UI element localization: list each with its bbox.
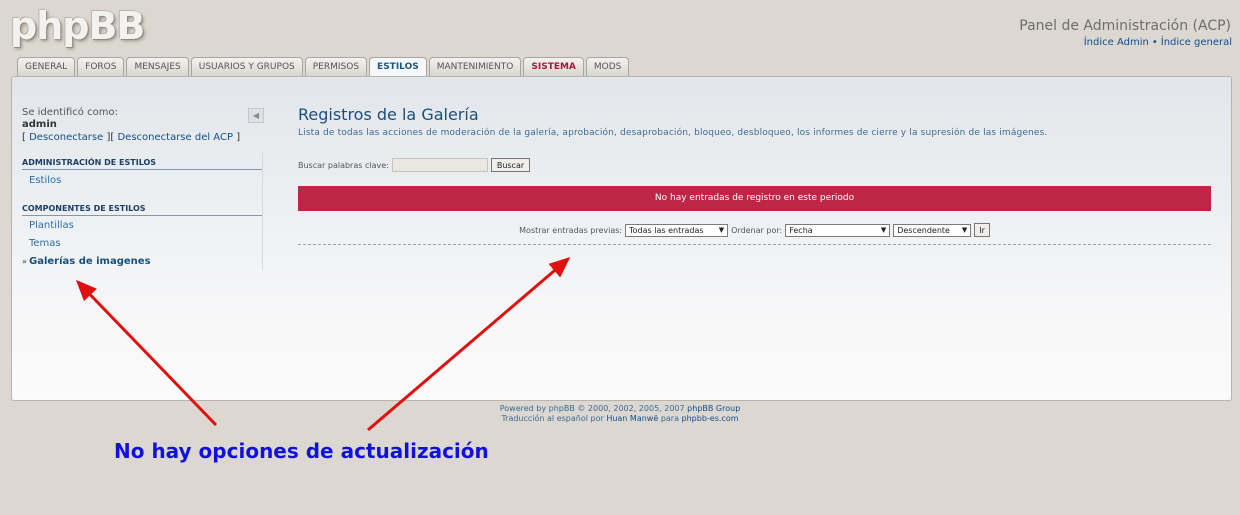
sidebar-heading-administracion: ADMINISTRACIÓN DE ESTILOS (22, 158, 262, 170)
bracket-close: ] (236, 132, 241, 143)
phpbb-es-link[interactable]: phpbb-es.com (682, 414, 739, 423)
order-by-select[interactable]: Fecha ▼ (785, 223, 891, 237)
order-by-value: Fecha (789, 225, 813, 235)
main-tabs: GENERAL FOROS MENSAJES USUARIOS Y GRUPOS… (17, 57, 631, 77)
annotation-text: No hay opciones de actualización (114, 439, 489, 463)
footer-line-2: Traducción al español por Huan Manwë par… (0, 414, 1240, 424)
tab-sistema[interactable]: SISTEMA (523, 57, 584, 76)
search-button[interactable]: Buscar (490, 158, 531, 172)
tab-permisos[interactable]: PERMISOS (304, 57, 368, 76)
dashed-divider (298, 244, 1211, 245)
footer-powered-text: Powered by phpBB © 2000, 2002, 2005, 200… (499, 404, 685, 413)
sidebar-item-temas[interactable]: Temas (29, 238, 61, 249)
sidebar-user-block: Se identificó como: admin [ Desconectars… (22, 107, 262, 143)
chevron-down-icon: ▼ (880, 226, 887, 234)
sidebar-divider (262, 152, 263, 270)
tab-foros[interactable]: FOROS (77, 57, 125, 76)
chevron-down-icon: ▼ (718, 226, 725, 234)
show-entries-select[interactable]: Todas las entradas ▼ (625, 223, 729, 237)
sort-direction-value: Descendente (897, 225, 950, 235)
bracket-open: [ (22, 132, 26, 143)
content-panel: Se identificó como: admin [ Desconectars… (11, 76, 1232, 401)
footer-line-1: Powered by phpBB © 2000, 2002, 2005, 200… (0, 404, 1240, 414)
translator-link[interactable]: Huan Manwë (606, 414, 658, 423)
acp-title: Panel de Administración (ACP) (1019, 18, 1231, 34)
link-separator: • (1151, 37, 1158, 48)
sidebar-heading-componentes: COMPONENTES DE ESTILOS (22, 204, 262, 216)
error-message: No hay entradas de registro en este peri… (298, 186, 1211, 211)
order-by-label: Ordenar por: (731, 225, 783, 235)
show-entries-label: Mostrar entradas previas: (519, 225, 623, 235)
admin-index-link[interactable]: Índice Admin (1084, 37, 1149, 48)
tab-mantenimiento[interactable]: MANTENIMIENTO (428, 57, 522, 76)
sort-direction-select[interactable]: Descendente ▼ (893, 223, 972, 237)
logout-acp-link[interactable]: Desconectarse del ACP (117, 132, 233, 143)
logout-link[interactable]: Desconectarse (29, 132, 103, 143)
page-description: Lista de todas las acciones de moderació… (298, 128, 1048, 138)
current-item-marker: » (22, 257, 27, 266)
main-content: Registros de la Galería Lista de todas l… (298, 105, 1211, 245)
tab-usuarios-y-grupos[interactable]: USUARIOS Y GRUPOS (190, 57, 303, 76)
identified-as-label: Se identificó como: (22, 107, 118, 118)
tab-general[interactable]: GENERAL (17, 57, 76, 76)
go-button[interactable]: Ir (974, 223, 990, 237)
footer-translation-text: Traducción al español por (501, 414, 604, 423)
arrow-left-icon[interactable]: ◀ (248, 108, 264, 123)
filter-form: Mostrar entradas previas: Todas las entr… (298, 223, 1211, 237)
phpbb-group-link[interactable]: phpBB Group (687, 404, 740, 413)
chevron-down-icon: ▼ (961, 226, 968, 234)
phpbb-logo: phpBB (10, 4, 145, 48)
tab-mods[interactable]: MODS (585, 57, 630, 76)
tab-mensajes[interactable]: MENSAJES (126, 57, 189, 76)
search-label: Buscar palabras clave: (298, 160, 389, 170)
bracket-mid: ][ (106, 132, 115, 143)
sidebar-item-plantillas[interactable]: Plantillas (29, 220, 74, 231)
board-index-link[interactable]: Índice general (1161, 37, 1232, 48)
logout-links: [ Desconectarse ][ Desconectarse del ACP… (22, 132, 262, 143)
page-title: Registros de la Galería (298, 105, 479, 124)
footer: Powered by phpBB © 2000, 2002, 2005, 200… (0, 404, 1240, 424)
search-input[interactable] (391, 158, 488, 172)
username: admin (22, 119, 57, 130)
show-entries-value: Todas las entradas (629, 225, 704, 235)
tab-estilos[interactable]: ESTILOS (369, 57, 427, 77)
sidebar-item-galerias[interactable]: Galerías de imagenes (29, 256, 151, 267)
sidebar-item-estilos[interactable]: Estilos (29, 175, 61, 186)
search-form: Buscar palabras clave: Buscar (298, 158, 531, 172)
footer-para-text: para (660, 414, 679, 423)
header-links: Índice Admin • Índice general (1084, 37, 1232, 48)
